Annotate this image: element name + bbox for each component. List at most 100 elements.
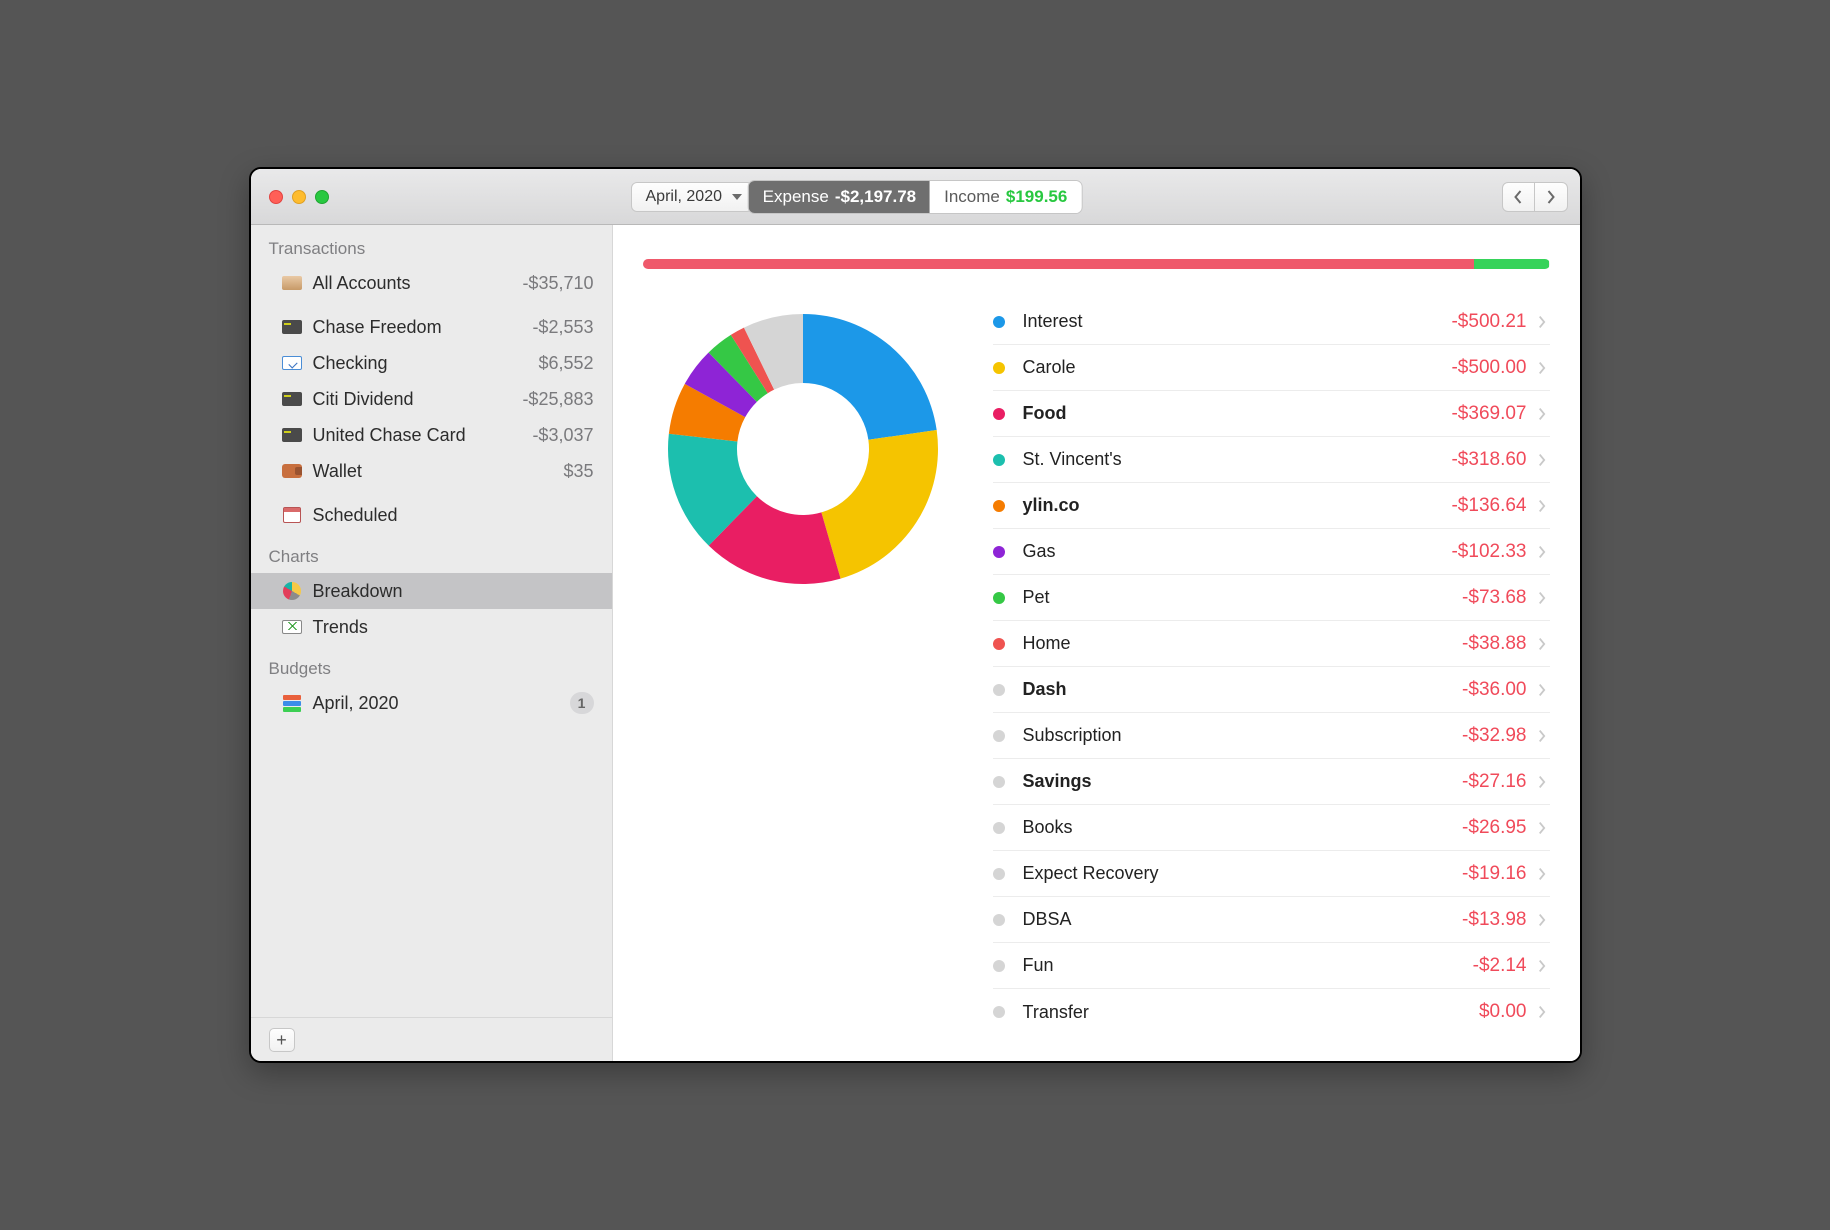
category-row[interactable]: Carole-$500.00 bbox=[993, 345, 1550, 391]
pie-icon bbox=[281, 580, 303, 602]
prev-period-button[interactable] bbox=[1503, 183, 1535, 211]
sidebar-item-checking[interactable]: Checking $6,552 bbox=[251, 345, 612, 381]
sidebar-section-charts: Charts bbox=[251, 533, 612, 573]
category-color-dot bbox=[993, 914, 1005, 926]
sidebar-item-label: Checking bbox=[313, 353, 388, 374]
sidebar-item-budget[interactable]: April, 2020 1 bbox=[251, 685, 612, 721]
sidebar-item-breakdown[interactable]: Breakdown bbox=[251, 573, 612, 609]
next-period-button[interactable] bbox=[1535, 183, 1567, 211]
chevron-right-icon bbox=[1537, 775, 1546, 789]
calendar-icon bbox=[281, 504, 303, 526]
category-amount: -$136.64 bbox=[1451, 495, 1526, 517]
expense-income-toggle[interactable]: Expense -$2,197.78 Income $199.56 bbox=[748, 180, 1083, 214]
sidebar-footer: + bbox=[251, 1017, 612, 1061]
category-row[interactable]: Transfer $0.00 bbox=[993, 989, 1550, 1035]
add-button[interactable]: + bbox=[269, 1028, 295, 1052]
books-icon bbox=[281, 692, 303, 714]
chevron-right-icon bbox=[1537, 821, 1546, 835]
sidebar-item-trends[interactable]: Trends bbox=[251, 609, 612, 645]
category-row[interactable]: Gas-$102.33 bbox=[993, 529, 1550, 575]
category-color-dot bbox=[993, 638, 1005, 650]
expense-tab[interactable]: Expense -$2,197.78 bbox=[749, 181, 930, 213]
sidebar-item-label: Trends bbox=[313, 617, 368, 638]
category-name: Fun bbox=[1023, 955, 1054, 976]
sidebar: Transactions All Accounts -$35,710 Chase… bbox=[251, 225, 613, 1061]
category-amount: -$38.88 bbox=[1462, 633, 1526, 655]
category-row[interactable]: ylin.co-$136.64 bbox=[993, 483, 1550, 529]
close-window-button[interactable] bbox=[269, 190, 283, 204]
category-name: St. Vincent's bbox=[1023, 449, 1122, 470]
category-color-dot bbox=[993, 730, 1005, 742]
category-amount: -$500.00 bbox=[1451, 357, 1526, 379]
category-color-dot bbox=[993, 546, 1005, 558]
donut-slice bbox=[821, 430, 938, 579]
chevron-right-icon bbox=[1537, 729, 1546, 743]
sidebar-item-label: United Chase Card bbox=[313, 425, 466, 446]
category-color-dot bbox=[993, 960, 1005, 972]
sidebar-item-all-accounts[interactable]: All Accounts -$35,710 bbox=[251, 265, 612, 301]
category-color-dot bbox=[993, 868, 1005, 880]
category-name: Home bbox=[1023, 633, 1071, 654]
category-amount: -$102.33 bbox=[1451, 541, 1526, 563]
category-row[interactable]: Home -$38.88 bbox=[993, 621, 1550, 667]
chevron-right-icon bbox=[1545, 190, 1556, 204]
income-bar-part bbox=[1474, 259, 1549, 269]
category-amount: -$369.07 bbox=[1451, 403, 1526, 425]
period-select[interactable]: April, 2020 bbox=[631, 182, 754, 212]
titlebar: April, 2020 Expense -$2,197.78 Income $1… bbox=[251, 169, 1580, 225]
wallet-icon bbox=[281, 460, 303, 482]
category-row[interactable]: Savings-$27.16 bbox=[993, 759, 1550, 805]
category-row[interactable]: DBSA-$13.98 bbox=[993, 897, 1550, 943]
category-amount: -$318.60 bbox=[1451, 449, 1526, 471]
category-name: Pet bbox=[1023, 587, 1050, 608]
category-amount: -$32.98 bbox=[1462, 725, 1526, 747]
main-content: Interest-$500.21Carole-$500.00Food-$369.… bbox=[613, 225, 1580, 1061]
sidebar-item-label: Wallet bbox=[313, 461, 362, 482]
inbox-icon bbox=[281, 272, 303, 294]
sidebar-item-label: All Accounts bbox=[313, 273, 411, 294]
income-tab[interactable]: Income $199.56 bbox=[930, 181, 1081, 213]
zoom-window-button[interactable] bbox=[315, 190, 329, 204]
category-row[interactable]: Expect Recovery-$19.16 bbox=[993, 851, 1550, 897]
category-amount: $0.00 bbox=[1479, 1001, 1527, 1023]
sidebar-section-transactions: Transactions bbox=[251, 225, 612, 265]
income-tab-value: $199.56 bbox=[1006, 187, 1067, 207]
donut-chart-wrap bbox=[643, 299, 963, 1035]
card-icon bbox=[281, 388, 303, 410]
category-row[interactable]: Food-$369.07 bbox=[993, 391, 1550, 437]
sidebar-item-amount: -$3,037 bbox=[532, 425, 593, 446]
category-row[interactable]: Dash-$36.00 bbox=[993, 667, 1550, 713]
category-row[interactable]: Books-$26.95 bbox=[993, 805, 1550, 851]
sidebar-item-chase-freedom[interactable]: Chase Freedom -$2,553 bbox=[251, 309, 612, 345]
category-row[interactable]: Subscription-$32.98 bbox=[993, 713, 1550, 759]
sidebar-item-wallet[interactable]: Wallet $35 bbox=[251, 453, 612, 489]
check-icon bbox=[281, 352, 303, 374]
chevron-right-icon bbox=[1537, 499, 1546, 513]
expense-tab-value: -$2,197.78 bbox=[835, 187, 916, 207]
card-icon bbox=[281, 424, 303, 446]
sidebar-section-budgets: Budgets bbox=[251, 645, 612, 685]
chevron-right-icon bbox=[1537, 315, 1546, 329]
chevron-left-icon bbox=[1513, 190, 1524, 204]
category-color-dot bbox=[993, 408, 1005, 420]
sidebar-item-label: April, 2020 bbox=[313, 693, 399, 714]
sidebar-item-united-chase[interactable]: United Chase Card -$3,037 bbox=[251, 417, 612, 453]
category-name: Expect Recovery bbox=[1023, 863, 1159, 884]
sidebar-item-scheduled[interactable]: Scheduled bbox=[251, 497, 612, 533]
chevron-right-icon bbox=[1537, 637, 1546, 651]
chevron-right-icon bbox=[1537, 1005, 1546, 1019]
category-row[interactable]: St. Vincent's -$318.60 bbox=[993, 437, 1550, 483]
category-name: Transfer bbox=[1023, 1002, 1089, 1023]
category-row[interactable]: Interest-$500.21 bbox=[993, 299, 1550, 345]
sidebar-item-label: Scheduled bbox=[313, 505, 398, 526]
category-row[interactable]: Pet-$73.68 bbox=[993, 575, 1550, 621]
minimize-window-button[interactable] bbox=[292, 190, 306, 204]
window-controls bbox=[269, 190, 329, 204]
card-icon bbox=[281, 316, 303, 338]
category-row[interactable]: Fun-$2.14 bbox=[993, 943, 1550, 989]
category-amount: -$26.95 bbox=[1462, 817, 1526, 839]
sidebar-item-label: Breakdown bbox=[313, 581, 403, 602]
app-window: April, 2020 Expense -$2,197.78 Income $1… bbox=[249, 167, 1582, 1063]
sidebar-item-citi-dividend[interactable]: Citi Dividend -$25,883 bbox=[251, 381, 612, 417]
period-select-label: April, 2020 bbox=[646, 188, 723, 206]
